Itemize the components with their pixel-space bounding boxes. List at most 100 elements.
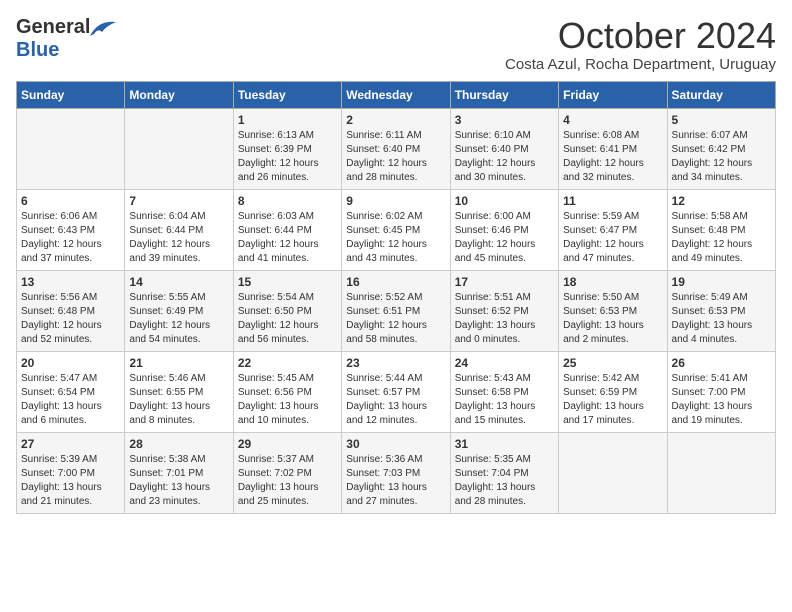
logo-bird-icon (88, 18, 118, 40)
calendar-cell: 16 Sunrise: 5:52 AM Sunset: 6:51 PM Dayli… (342, 270, 450, 351)
day-info: Sunrise: 6:07 AM Sunset: 6:42 PM Dayligh… (672, 129, 771, 185)
calendar-cell: 23Sunrise: 5:44 AM Sunset: 6:57 PM Dayli… (342, 351, 450, 432)
day-info: Sunrise: 5:56 AM Sunset: 6:48 PM Dayligh… (21, 291, 120, 347)
calendar-cell: 1Sunrise: 6:13 AM Sunset: 6:39 PM Daylig… (233, 108, 341, 189)
day-number: 21 (129, 356, 228, 370)
day-number: 19 (672, 275, 771, 289)
day-info: Sunrise: 6:00 AM Sunset: 6:46 PM Dayligh… (455, 210, 554, 266)
day-number: 24 (455, 356, 554, 370)
calendar-cell: 11 Sunrise: 5:59 AM Sunset: 6:47 PM Dayli… (559, 189, 667, 270)
day-number: 12 (672, 194, 771, 208)
day-number: 17 (455, 275, 554, 289)
day-of-week-header: Sunday (17, 81, 125, 108)
day-number: 22 (238, 356, 337, 370)
calendar-cell: 12 Sunrise: 5:58 AM Sunset: 6:48 PM Dayli… (667, 189, 775, 270)
location-title: Costa Azul, Rocha Department, Uruguay (505, 56, 776, 73)
day-of-week-header: Saturday (667, 81, 775, 108)
day-of-week-header: Monday (125, 81, 233, 108)
calendar-week-row: 27 Sunrise: 5:39 AM Sunset: 7:00 PM Dayli… (17, 432, 776, 513)
title-block: October 2024 Costa Azul, Rocha Departmen… (505, 16, 776, 73)
page-header: General Blue October 2024 Costa Azul, Ro… (16, 16, 776, 73)
calendar-week-row: 1Sunrise: 6:13 AM Sunset: 6:39 PM Daylig… (17, 108, 776, 189)
calendar-cell: 20 Sunrise: 5:47 AM Sunset: 6:54 PM Dayli… (17, 351, 125, 432)
day-number: 20 (21, 356, 120, 370)
day-number: 29 (238, 437, 337, 451)
calendar-cell: 4 Sunrise: 6:08 AM Sunset: 6:41 PM Daylig… (559, 108, 667, 189)
calendar-cell: 30Sunrise: 5:36 AM Sunset: 7:03 PM Dayli… (342, 432, 450, 513)
calendar-cell (559, 432, 667, 513)
day-info: Sunrise: 5:42 AM Sunset: 6:59 PM Dayligh… (563, 372, 662, 428)
day-info: Sunrise: 6:10 AM Sunset: 6:40 PM Dayligh… (455, 129, 554, 185)
day-of-week-header: Wednesday (342, 81, 450, 108)
calendar-week-row: 13 Sunrise: 5:56 AM Sunset: 6:48 PM Dayli… (17, 270, 776, 351)
day-info: Sunrise: 5:59 AM Sunset: 6:47 PM Dayligh… (563, 210, 662, 266)
calendar-cell: 26 Sunrise: 5:41 AM Sunset: 7:00 PM Dayli… (667, 351, 775, 432)
day-number: 28 (129, 437, 228, 451)
calendar-cell: 9Sunrise: 6:02 AM Sunset: 6:45 PM Daylig… (342, 189, 450, 270)
day-info: Sunrise: 5:41 AM Sunset: 7:00 PM Dayligh… (672, 372, 771, 428)
day-info: Sunrise: 5:51 AM Sunset: 6:52 PM Dayligh… (455, 291, 554, 347)
calendar-cell: 25 Sunrise: 5:42 AM Sunset: 6:59 PM Dayli… (559, 351, 667, 432)
calendar-cell: 10 Sunrise: 6:00 AM Sunset: 6:46 PM Dayli… (450, 189, 558, 270)
day-of-week-header: Friday (559, 81, 667, 108)
calendar-week-row: 20 Sunrise: 5:47 AM Sunset: 6:54 PM Dayli… (17, 351, 776, 432)
day-info: Sunrise: 6:08 AM Sunset: 6:41 PM Dayligh… (563, 129, 662, 185)
day-info: Sunrise: 5:39 AM Sunset: 7:00 PM Dayligh… (21, 453, 120, 509)
calendar-table: SundayMondayTuesdayWednesdayThursdayFrid… (16, 81, 776, 514)
logo-general: General (16, 16, 90, 39)
day-number: 13 (21, 275, 120, 289)
day-info: Sunrise: 5:55 AM Sunset: 6:49 PM Dayligh… (129, 291, 228, 347)
day-number: 18 (563, 275, 662, 289)
month-title: October 2024 (505, 16, 776, 56)
calendar-cell: 3Sunrise: 6:10 AM Sunset: 6:40 PM Daylig… (450, 108, 558, 189)
day-number: 15 (238, 275, 337, 289)
day-info: Sunrise: 5:54 AM Sunset: 6:50 PM Dayligh… (238, 291, 337, 347)
day-info: Sunrise: 5:46 AM Sunset: 6:55 PM Dayligh… (129, 372, 228, 428)
day-info: Sunrise: 5:50 AM Sunset: 6:53 PM Dayligh… (563, 291, 662, 347)
day-number: 11 (563, 194, 662, 208)
day-number: 31 (455, 437, 554, 451)
calendar-header-row: SundayMondayTuesdayWednesdayThursdayFrid… (17, 81, 776, 108)
day-of-week-header: Thursday (450, 81, 558, 108)
day-info: Sunrise: 5:45 AM Sunset: 6:56 PM Dayligh… (238, 372, 337, 428)
calendar-week-row: 6Sunrise: 6:06 AM Sunset: 6:43 PM Daylig… (17, 189, 776, 270)
calendar-cell (125, 108, 233, 189)
calendar-cell: 7Sunrise: 6:04 AM Sunset: 6:44 PM Daylig… (125, 189, 233, 270)
calendar-cell: 24Sunrise: 5:43 AM Sunset: 6:58 PM Dayli… (450, 351, 558, 432)
calendar-cell: 14 Sunrise: 5:55 AM Sunset: 6:49 PM Dayli… (125, 270, 233, 351)
day-info: Sunrise: 5:49 AM Sunset: 6:53 PM Dayligh… (672, 291, 771, 347)
calendar-cell: 31 Sunrise: 5:35 AM Sunset: 7:04 PM Dayli… (450, 432, 558, 513)
calendar-cell: 28 Sunrise: 5:38 AM Sunset: 7:01 PM Dayli… (125, 432, 233, 513)
day-info: Sunrise: 5:37 AM Sunset: 7:02 PM Dayligh… (238, 453, 337, 509)
day-number: 14 (129, 275, 228, 289)
calendar-cell: 19 Sunrise: 5:49 AM Sunset: 6:53 PM Dayli… (667, 270, 775, 351)
day-number: 16 (346, 275, 445, 289)
day-info: Sunrise: 5:58 AM Sunset: 6:48 PM Dayligh… (672, 210, 771, 266)
day-number: 4 (563, 113, 662, 127)
day-info: Sunrise: 6:03 AM Sunset: 6:44 PM Dayligh… (238, 210, 337, 266)
day-info: Sunrise: 5:47 AM Sunset: 6:54 PM Dayligh… (21, 372, 120, 428)
day-number: 9 (346, 194, 445, 208)
logo: General Blue (16, 16, 90, 62)
day-number: 25 (563, 356, 662, 370)
day-info: Sunrise: 5:52 AM Sunset: 6:51 PM Dayligh… (346, 291, 445, 347)
calendar-cell: 15 Sunrise: 5:54 AM Sunset: 6:50 PM Dayli… (233, 270, 341, 351)
day-info: Sunrise: 5:44 AM Sunset: 6:57 PM Dayligh… (346, 372, 445, 428)
calendar-cell: 13 Sunrise: 5:56 AM Sunset: 6:48 PM Dayli… (17, 270, 125, 351)
day-number: 2 (346, 113, 445, 127)
calendar-cell (17, 108, 125, 189)
day-number: 27 (21, 437, 120, 451)
day-info: Sunrise: 5:35 AM Sunset: 7:04 PM Dayligh… (455, 453, 554, 509)
day-info: Sunrise: 5:38 AM Sunset: 7:01 PM Dayligh… (129, 453, 228, 509)
day-info: Sunrise: 5:36 AM Sunset: 7:03 PM Dayligh… (346, 453, 445, 509)
calendar-cell (667, 432, 775, 513)
calendar-cell: 5 Sunrise: 6:07 AM Sunset: 6:42 PM Daylig… (667, 108, 775, 189)
calendar-cell: 29 Sunrise: 5:37 AM Sunset: 7:02 PM Dayli… (233, 432, 341, 513)
logo-blue: Blue (16, 39, 59, 62)
day-number: 1 (238, 113, 337, 127)
day-number: 10 (455, 194, 554, 208)
day-number: 5 (672, 113, 771, 127)
calendar-cell: 8Sunrise: 6:03 AM Sunset: 6:44 PM Daylig… (233, 189, 341, 270)
day-number: 26 (672, 356, 771, 370)
day-info: Sunrise: 6:06 AM Sunset: 6:43 PM Dayligh… (21, 210, 120, 266)
